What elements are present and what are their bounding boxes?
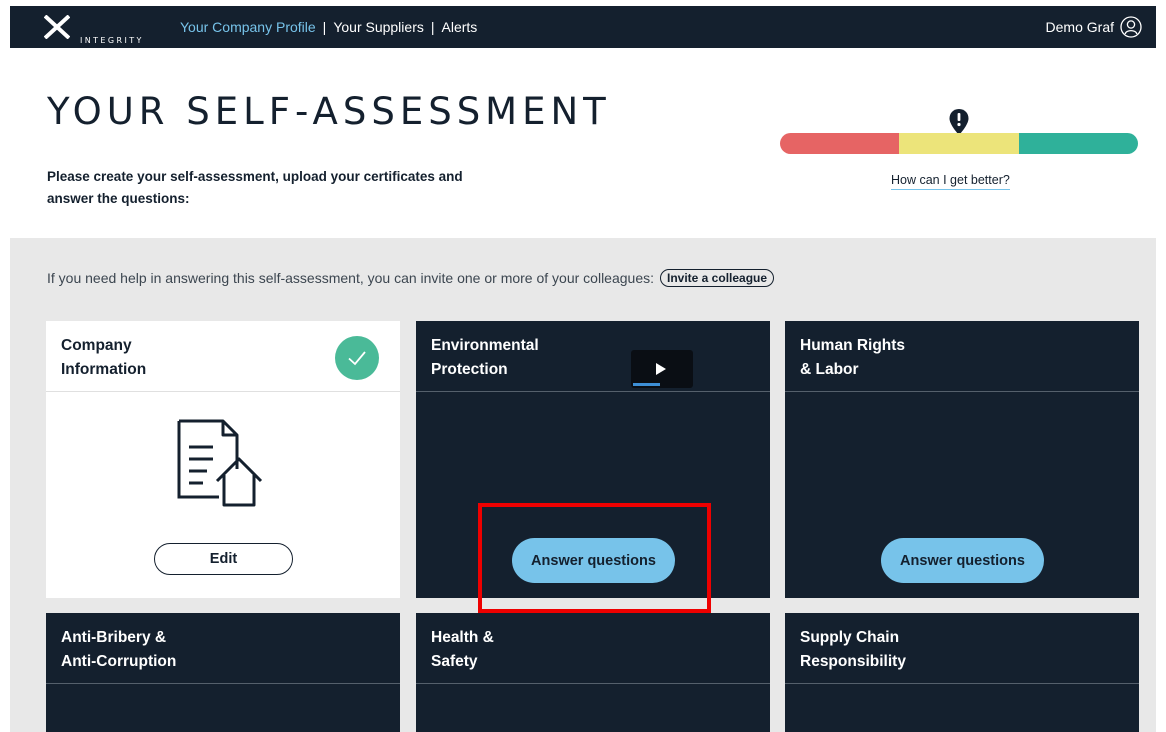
card-title: Anti-Bribery & Anti-Corruption	[61, 626, 176, 674]
card-supply-chain-responsibility: Supply Chain Responsibility	[785, 613, 1139, 732]
card-title-line1: Supply Chain	[800, 629, 900, 646]
integrity-next-logo[interactable]: INTEGRITY NEXT	[44, 14, 174, 72]
score-bar	[780, 133, 1138, 154]
card-divider	[416, 391, 770, 392]
card-company-information: Company Information Edit	[46, 321, 400, 598]
score-segment-yellow	[899, 133, 1019, 154]
top-navigation-bar: INTEGRITY NEXT Your Company Profile | Yo…	[10, 6, 1156, 72]
card-divider	[46, 683, 400, 684]
highlight-box	[478, 503, 711, 613]
user-menu[interactable]: Demo Graf	[1046, 6, 1142, 48]
card-title: Environmental Protection	[431, 334, 539, 382]
nav-your-company-profile[interactable]: Your Company Profile	[180, 19, 316, 35]
answer-questions-button[interactable]: Answer questions	[881, 538, 1044, 583]
invite-colleague-button[interactable]: Invite a colleague	[660, 269, 775, 287]
card-title-line2: Anti-Corruption	[61, 653, 177, 670]
document-house-icon	[177, 419, 263, 507]
page-title: YOUR SELF-ASSESSMENT	[47, 90, 611, 133]
help-text: If you need help in answering this self-…	[47, 270, 654, 286]
help-row: If you need help in answering this self-…	[47, 269, 775, 287]
how-can-i-get-better-link[interactable]: How can I get better?	[891, 173, 1010, 190]
card-title: Human Rights & Labor	[800, 334, 905, 382]
card-anti-bribery-anti-corruption: Anti-Bribery & Anti-Corruption	[46, 613, 400, 732]
intro-text: Please create your self-assessment, uplo…	[47, 169, 463, 206]
card-human-rights-labor: Human Rights & Labor Answer questions	[785, 321, 1139, 598]
card-title: Supply Chain Responsibility	[800, 626, 906, 674]
logo-x-icon	[44, 15, 70, 39]
logo-text: INTEGRITY NEXT	[80, 18, 144, 90]
card-title-line2: Protection	[431, 361, 508, 378]
video-progress	[633, 383, 660, 386]
card-title-line2: Information	[61, 361, 147, 378]
card-title-line1: Environmental	[431, 337, 539, 354]
user-icon	[1120, 16, 1142, 38]
nav-your-suppliers[interactable]: Your Suppliers	[333, 19, 424, 35]
logo-text-line2: NEXT	[80, 63, 111, 72]
edit-company-information-button[interactable]: Edit	[154, 543, 293, 575]
card-title-line2: Responsibility	[800, 653, 906, 670]
card-title-line2: & Labor	[800, 361, 859, 378]
card-divider	[785, 683, 1139, 684]
card-divider	[416, 683, 770, 684]
user-name: Demo Graf	[1045, 19, 1114, 35]
card-title-line1: Health &	[431, 629, 494, 646]
score-segment-red	[780, 133, 900, 154]
card-title-line1: Human Rights	[800, 337, 906, 354]
nav-separator: |	[322, 19, 327, 35]
video-play-button[interactable]	[631, 350, 693, 388]
play-icon	[656, 363, 666, 375]
card-title-line1: Company	[61, 337, 132, 354]
location-pin-alert-icon	[949, 109, 969, 135]
card-divider	[46, 391, 400, 392]
nav-alerts[interactable]: Alerts	[442, 19, 478, 35]
card-divider	[785, 391, 1139, 392]
checkmark-icon	[335, 336, 379, 380]
card-title-line1: Anti-Bribery &	[61, 629, 167, 646]
main-nav: Your Company Profile | Your Suppliers | …	[180, 6, 477, 48]
logo-text-line1: INTEGRITY	[80, 36, 144, 45]
card-title: Health & Safety	[431, 626, 494, 674]
card-title-line2: Safety	[431, 653, 478, 670]
card-title: Company Information	[61, 334, 146, 382]
score-segment-green	[1018, 133, 1138, 154]
card-health-safety: Health & Safety	[416, 613, 770, 732]
nav-separator: |	[430, 19, 435, 35]
score-indicator: How can I get better?	[780, 108, 1140, 198]
